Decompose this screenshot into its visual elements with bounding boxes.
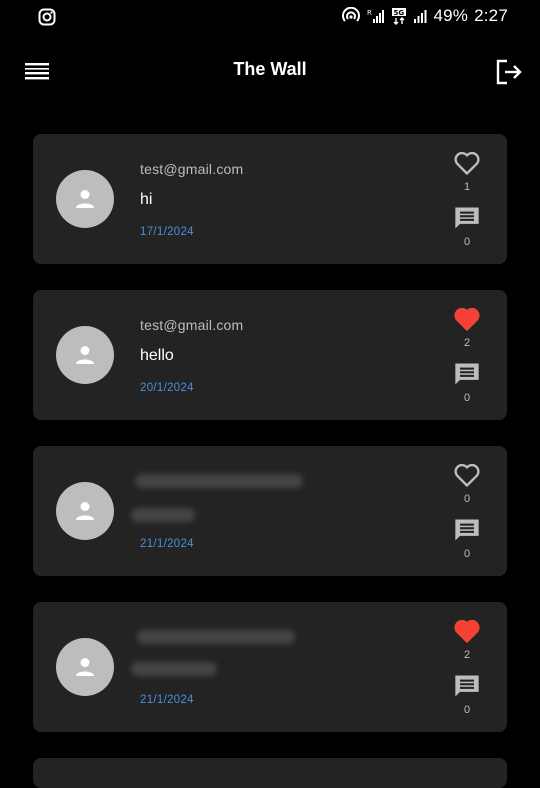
redacted-author-email bbox=[135, 474, 303, 488]
like-count: 1 bbox=[463, 181, 471, 193]
post-card: 21/1/2024 0 0 bbox=[33, 446, 507, 576]
app-bar: The Wall bbox=[0, 46, 540, 96]
like-button[interactable] bbox=[453, 618, 481, 644]
person-icon bbox=[76, 346, 94, 364]
heart-filled-icon bbox=[454, 307, 480, 331]
logout-icon bbox=[496, 59, 522, 85]
redacted-post-message bbox=[131, 662, 217, 676]
comment-icon bbox=[455, 363, 479, 385]
post-message: hello bbox=[140, 347, 174, 364]
heart-outline-icon bbox=[454, 463, 480, 487]
clock: 2:27 bbox=[474, 6, 508, 25]
redacted-author-email bbox=[137, 630, 295, 644]
person-icon bbox=[76, 502, 94, 520]
like-button[interactable] bbox=[453, 306, 481, 332]
comment-button[interactable] bbox=[453, 516, 481, 544]
signal-icon: R bbox=[367, 8, 385, 24]
heart-filled-icon bbox=[454, 619, 480, 643]
post-card: test@gmail.com hello 20/1/2024 2 0 bbox=[33, 290, 507, 420]
post-card: 21/1/2024 2 0 bbox=[33, 602, 507, 732]
comment-button[interactable] bbox=[453, 360, 481, 388]
comment-count: 0 bbox=[463, 236, 471, 248]
logout-button[interactable] bbox=[494, 57, 524, 87]
hotspot-icon bbox=[341, 7, 361, 25]
5g-icon: 5G bbox=[391, 7, 407, 25]
comment-icon bbox=[455, 519, 479, 541]
person-icon bbox=[76, 658, 94, 676]
post-date: 21/1/2024 bbox=[140, 538, 194, 550]
heart-outline-icon bbox=[454, 151, 480, 175]
comment-button[interactable] bbox=[453, 204, 481, 232]
like-count: 2 bbox=[463, 337, 471, 349]
svg-text:R: R bbox=[367, 9, 372, 17]
signal-icon bbox=[413, 8, 427, 24]
avatar bbox=[56, 482, 114, 540]
status-indicators: R 5G 49% 2:27 bbox=[341, 6, 508, 26]
post-card: test@gmail.com hi 17/1/2024 1 0 bbox=[33, 134, 507, 264]
avatar bbox=[56, 638, 114, 696]
battery-percent: 49% bbox=[433, 6, 469, 25]
like-count: 0 bbox=[463, 493, 471, 505]
post-date: 21/1/2024 bbox=[140, 694, 194, 706]
comment-count: 0 bbox=[463, 704, 471, 716]
person-icon bbox=[76, 190, 94, 208]
wall-feed: test@gmail.com hi 17/1/2024 1 0 test@gma… bbox=[33, 134, 507, 758]
like-button[interactable] bbox=[453, 150, 481, 176]
post-date: 17/1/2024 bbox=[140, 226, 194, 238]
post-message: hi bbox=[140, 191, 153, 208]
post-author-email: test@gmail.com bbox=[140, 317, 244, 333]
avatar bbox=[56, 326, 114, 384]
post-date: 20/1/2024 bbox=[140, 382, 194, 394]
post-card-partial bbox=[33, 758, 507, 788]
like-button[interactable] bbox=[453, 462, 481, 488]
comment-icon bbox=[455, 675, 479, 697]
avatar bbox=[56, 170, 114, 228]
instagram-icon bbox=[38, 8, 56, 26]
svg-text:5G: 5G bbox=[394, 9, 405, 17]
comment-button[interactable] bbox=[453, 672, 481, 700]
status-bar: R 5G 49% 2:27 bbox=[0, 0, 540, 34]
comment-count: 0 bbox=[463, 548, 471, 560]
redacted-post-message bbox=[131, 508, 195, 522]
comment-count: 0 bbox=[463, 392, 471, 404]
post-author-email: test@gmail.com bbox=[140, 161, 244, 177]
like-count: 2 bbox=[463, 649, 471, 661]
page-title: The Wall bbox=[233, 59, 307, 79]
comment-icon bbox=[455, 207, 479, 229]
